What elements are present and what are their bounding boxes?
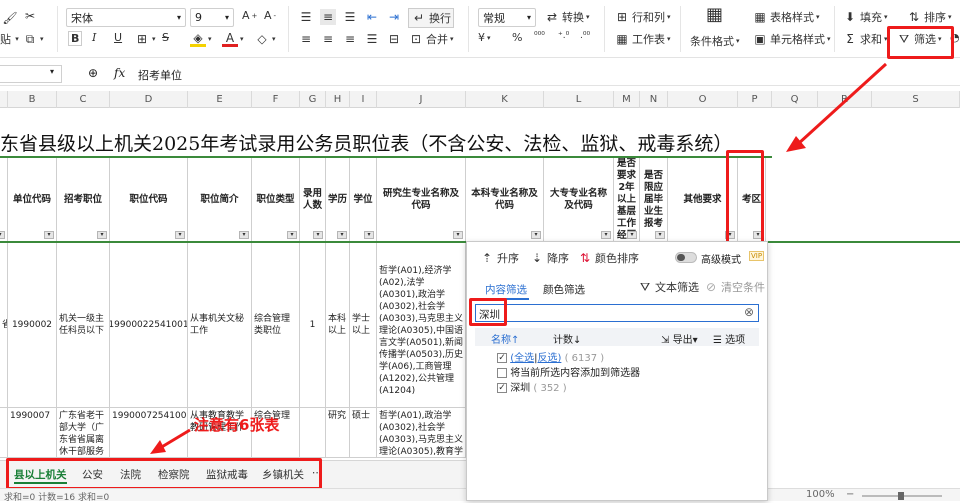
invert-link[interactable]: 反选)	[537, 353, 561, 364]
options-button[interactable]: ☰ 选项	[713, 331, 745, 346]
sort-desc-icon: ⇣	[531, 251, 543, 265]
advanced-mode-label: 高级模式	[701, 255, 741, 266]
export-button[interactable]: ⇲ 导出▾	[661, 331, 698, 346]
select-all-link[interactable]: (全选	[510, 353, 534, 364]
col-name-header[interactable]: 名称↑	[491, 331, 519, 346]
color-sort-icon: ⇅	[579, 251, 591, 265]
exam-area-highlight-box	[726, 150, 764, 250]
sort-asc-button[interactable]: ⇡ 升序	[479, 250, 519, 266]
color-sort-button[interactable]: ⇅ 颜色排序	[577, 250, 639, 266]
filter-panel: ⇡ 升序 ⇣ 降序 ⇅ 颜色排序 高级模式 VIP 内容筛选 颜色筛选 ⛛ 文本筛选 ⊘…	[466, 241, 768, 501]
filter-item-row[interactable]: ✓ 深圳 ( 352 )	[497, 379, 567, 394]
color-sort-label: 颜色排序	[595, 252, 639, 265]
col-count-header[interactable]: 计数↓	[553, 331, 581, 346]
filter-list-header: 名称↑ 计数↓ ⇲ 导出▾ ☰ 选项	[475, 328, 759, 346]
clear-condition-button[interactable]: ⊘ 清空条件	[703, 279, 765, 295]
status-summary: 求和=0 计数=16 求和=0	[4, 493, 110, 503]
zoom-out-button[interactable]: −	[846, 489, 854, 500]
filter-item-label: 深圳	[510, 383, 531, 394]
vip-badge: VIP	[749, 251, 765, 261]
tab-color-filter[interactable]: 颜色筛选	[543, 282, 585, 297]
note-text: 注意有6张表	[194, 416, 280, 434]
filter-search-input[interactable]: 深圳 ⊗	[475, 304, 759, 322]
clear-condition-label: 清空条件	[721, 281, 765, 294]
options-label: 选项	[725, 335, 746, 346]
zoom-thumb[interactable]	[898, 492, 904, 500]
advanced-mode-toggle[interactable]	[675, 252, 697, 263]
select-all-count: ( 6137 )	[564, 353, 605, 364]
checkbox-checked[interactable]: ✓	[497, 383, 507, 393]
zoom-level: 100%	[806, 489, 835, 500]
sort-desc-button[interactable]: ⇣ 降序	[529, 250, 569, 266]
export-icon: ⇲	[661, 335, 670, 346]
text-filter-button[interactable]: ⛛ 文本筛选	[637, 279, 699, 295]
arrow-to-filter	[796, 62, 888, 146]
sort-desc-label: 降序	[547, 252, 569, 265]
filter-item-count: ( 352 )	[533, 383, 567, 394]
sort-asc-icon: ⇡	[481, 251, 493, 265]
options-icon: ☰	[713, 335, 722, 346]
tab-content-filter[interactable]: 内容筛选	[485, 282, 527, 297]
add-to-filter-label: 将当前所选内容添加到筛选器	[510, 368, 641, 379]
col-name-label: 名称	[491, 335, 511, 346]
sheet-tabs-highlight-box	[6, 458, 322, 490]
select-all-row[interactable]: ✓ (全选|反选) ( 6137 )	[497, 349, 604, 364]
export-label: 导出	[672, 335, 693, 346]
clear-icon: ⊘	[705, 280, 717, 294]
funnel-icon: ⛛	[639, 279, 651, 294]
add-to-filter-row[interactable]: 将当前所选内容添加到筛选器	[497, 364, 640, 379]
sort-asc-label: 升序	[497, 252, 519, 265]
col-count-label: 计数	[553, 335, 573, 346]
text-filter-label: 文本筛选	[655, 281, 699, 294]
checkbox-checked[interactable]: ✓	[497, 353, 507, 363]
search-highlight-box	[469, 298, 507, 326]
arrow-to-tabs	[159, 428, 191, 450]
checkbox-unchecked[interactable]	[497, 368, 507, 378]
clear-search-icon[interactable]: ⊗	[744, 305, 754, 319]
zoom-slider[interactable]	[862, 492, 942, 500]
